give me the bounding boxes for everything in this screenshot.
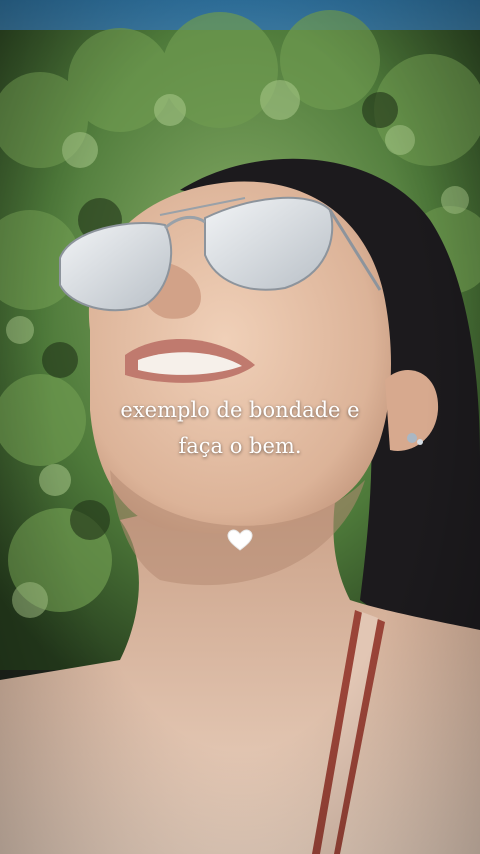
- story-caption: exemplo de bondade e faça o bem.: [0, 392, 480, 464]
- white-heart-icon: [227, 529, 253, 551]
- caption-line-2: faça o bem.: [178, 434, 302, 458]
- story-screen: exemplo de bondade e faça o bem.: [0, 0, 480, 854]
- caption-line-1: exemplo de bondade e: [120, 398, 360, 422]
